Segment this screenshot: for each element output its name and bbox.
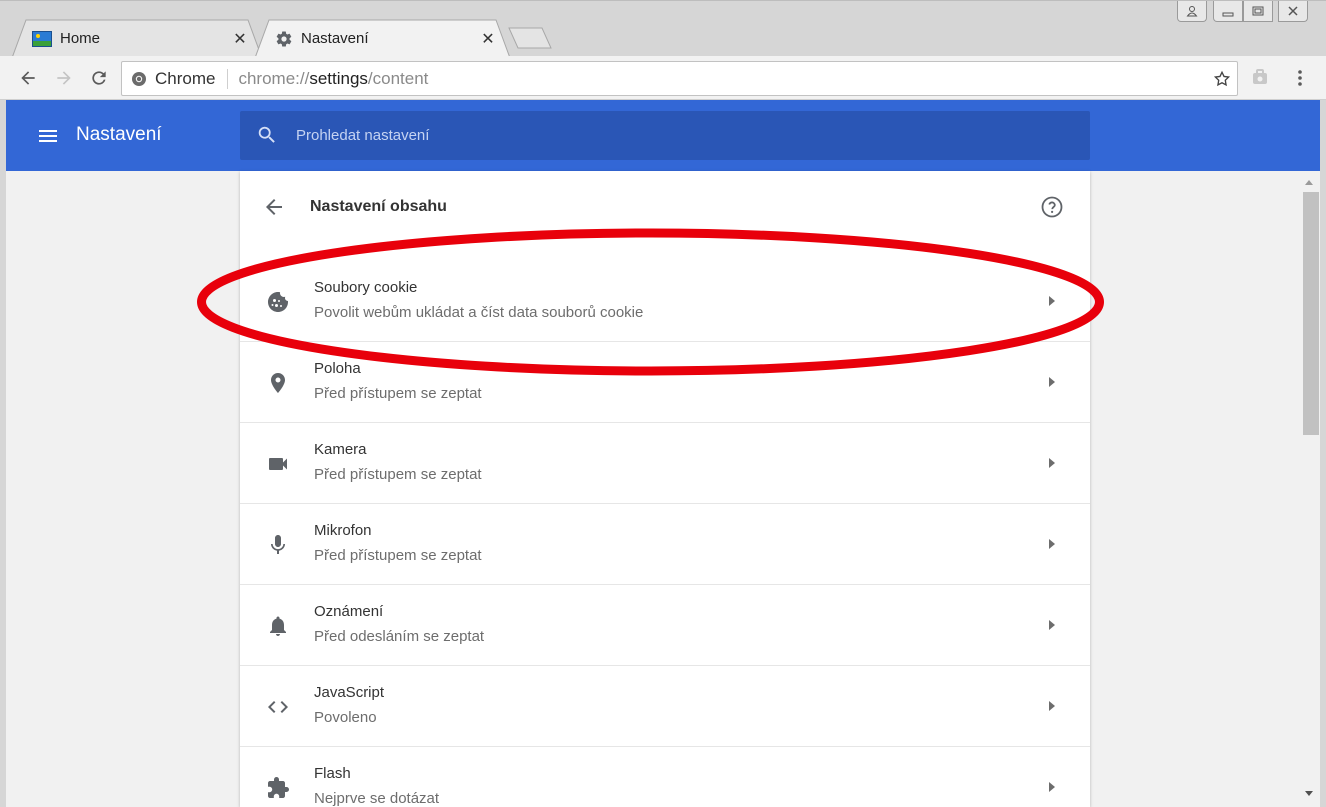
- bell-icon: [265, 613, 291, 639]
- site-chip-label: Chrome: [155, 68, 216, 88]
- chevron-right-icon: [1049, 701, 1055, 711]
- minimize-icon: [1222, 12, 1234, 17]
- close-icon: [1288, 6, 1298, 16]
- chevron-right-icon: [1049, 458, 1055, 468]
- item-label: Soubory cookie: [314, 279, 418, 296]
- content-settings-list: Soubory cookie Povolit webům ukládat a č…: [240, 261, 1090, 807]
- chevron-right-icon: [1049, 539, 1055, 549]
- item-description: Před přístupem se zeptat: [314, 547, 482, 564]
- url-host: settings: [309, 68, 368, 88]
- profile-button[interactable]: [1177, 1, 1207, 22]
- list-item-camera[interactable]: Kamera Před přístupem se zeptat: [240, 423, 1090, 504]
- gear-icon: [276, 31, 292, 47]
- reload-icon: [92, 71, 106, 85]
- section-title: Nastavení obsahu: [310, 198, 447, 215]
- chevron-right-icon: [1049, 782, 1055, 792]
- item-description: Před přístupem se zeptat: [314, 466, 482, 483]
- arrow-forward-icon: [57, 71, 71, 85]
- item-label: Poloha: [314, 360, 361, 377]
- search-input[interactable]: [296, 111, 1056, 160]
- browser-toolbar: Chrome chrome://settings/content: [0, 56, 1326, 100]
- tab-title: Home: [60, 30, 101, 47]
- item-label: Oznámení: [314, 603, 384, 620]
- list-item-location[interactable]: Poloha Před přístupem se zeptat: [240, 342, 1090, 423]
- tab-settings[interactable]: Nastavení ✕: [255, 19, 510, 58]
- page-title: Nastavení: [76, 124, 162, 145]
- omnibox[interactable]: Chrome chrome://settings/content: [121, 61, 1238, 96]
- item-label: Flash: [314, 765, 351, 782]
- puzzle-icon: [265, 775, 291, 801]
- list-item-javascript[interactable]: JavaScript Povoleno: [240, 666, 1090, 747]
- close-window-button[interactable]: [1278, 1, 1308, 22]
- forward-button[interactable]: [50, 64, 78, 92]
- list-item-cookies[interactable]: Soubory cookie Povolit webům ukládat a č…: [240, 261, 1090, 342]
- camera-icon: [265, 451, 291, 477]
- minimize-button[interactable]: [1213, 1, 1243, 22]
- window-border-right: [1320, 100, 1326, 807]
- content-settings-card: Nastavení obsahu Soubory cookie Povolit …: [240, 171, 1090, 807]
- item-description: Povoleno: [314, 709, 377, 726]
- star-icon: [1213, 70, 1231, 86]
- item-description: Povolit webům ukládat a číst data soubor…: [314, 304, 644, 321]
- url-path: /content: [367, 68, 429, 88]
- tab-home[interactable]: Home ✕: [12, 19, 262, 58]
- scroll-up-arrow[interactable]: [1305, 180, 1313, 185]
- card-header: Nastavení obsahu: [240, 171, 1090, 243]
- hamburger-menu-icon[interactable]: [36, 124, 60, 148]
- location-pin-icon: [265, 370, 291, 396]
- arrow-back-icon[interactable]: [262, 195, 286, 219]
- list-item-flash[interactable]: Flash Nejprve se dotázat: [240, 747, 1090, 807]
- landscape-icon: [32, 30, 52, 47]
- chrome-logo-icon: [132, 71, 146, 86]
- bookmark-star-icon[interactable]: [1207, 70, 1237, 88]
- chevron-right-icon: [1049, 620, 1055, 630]
- code-icon: [265, 694, 291, 720]
- item-label: Mikrofon: [314, 522, 372, 539]
- restore-button[interactable]: [1243, 1, 1273, 22]
- item-label: JavaScript: [314, 684, 385, 701]
- chevron-right-icon: [1049, 377, 1055, 387]
- settings-header: Nastavení: [6, 100, 1320, 171]
- back-button[interactable]: [14, 64, 42, 92]
- microphone-icon: [265, 532, 291, 558]
- close-icon[interactable]: ✕: [230, 29, 250, 49]
- site-chip[interactable]: Chrome: [122, 62, 215, 95]
- window-controls: [1172, 1, 1308, 22]
- item-description: Před přístupem se zeptat: [314, 385, 482, 402]
- user-icon: [1186, 6, 1198, 17]
- restore-icon: [1252, 6, 1264, 16]
- settings-search[interactable]: [240, 111, 1090, 160]
- cookie-icon: [265, 289, 291, 315]
- item-label: Kamera: [314, 441, 367, 458]
- extension-button[interactable]: [1246, 64, 1274, 92]
- list-item-notifications[interactable]: Oznámení Před odesláním se zeptat: [240, 585, 1090, 666]
- item-description: Před odesláním se zeptat: [314, 628, 485, 645]
- search-icon: [258, 126, 275, 143]
- new-tab-button[interactable]: [508, 27, 552, 49]
- more-vert-icon: [1298, 70, 1302, 86]
- omnibox-separator: [227, 68, 229, 89]
- url-scheme: chrome://: [238, 68, 310, 88]
- close-icon[interactable]: ✕: [478, 29, 498, 49]
- scroll-thumb[interactable]: [1303, 192, 1319, 435]
- extension-icon: [1253, 69, 1267, 84]
- scroll-down-arrow[interactable]: [1305, 791, 1313, 796]
- chevron-right-icon: [1049, 296, 1055, 306]
- scrollbar[interactable]: [1300, 171, 1320, 807]
- title-bar: Home ✕ Nastavení ✕: [0, 0, 1326, 58]
- url-text[interactable]: chrome://settings/content: [238, 69, 1207, 89]
- tab-title: Nastavení: [301, 30, 369, 47]
- list-item-microphone[interactable]: Mikrofon Před přístupem se zeptat: [240, 504, 1090, 585]
- arrow-back-icon: [21, 71, 35, 85]
- help-icon[interactable]: [1040, 195, 1064, 219]
- menu-button[interactable]: [1286, 64, 1314, 92]
- reload-button[interactable]: [85, 64, 113, 92]
- item-description: Nejprve se dotázat: [314, 790, 440, 807]
